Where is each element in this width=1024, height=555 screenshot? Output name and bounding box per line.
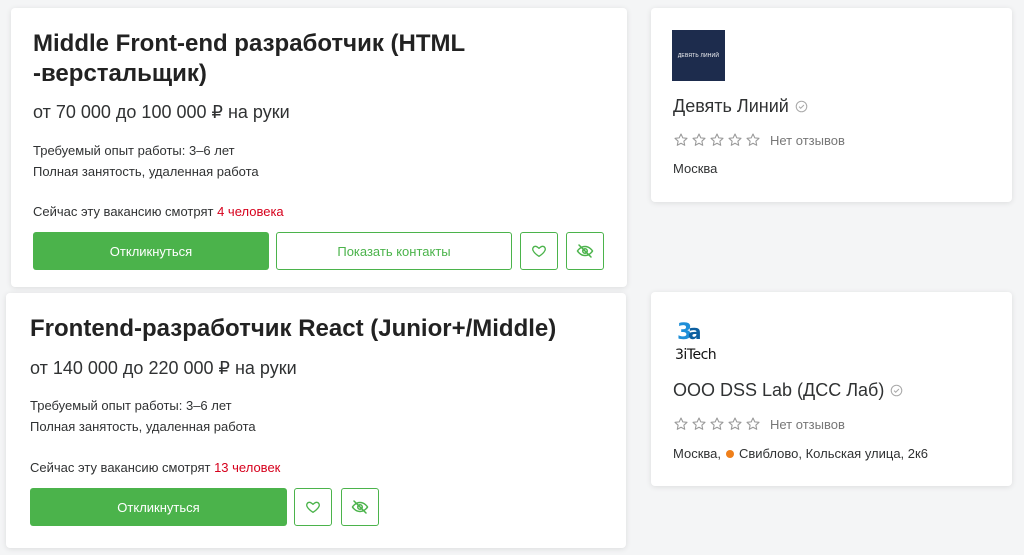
- star-outline-icon: [710, 417, 724, 430]
- vacancy-meta: Требуемый опыт работы: 3–6 лет Полная за…: [30, 395, 256, 437]
- favorite-button[interactable]: [520, 232, 558, 270]
- vacancy-meta: Требуемый опыт работы: 3–6 лет Полная за…: [33, 140, 259, 182]
- employer-name-row: ООО DSS Lab (ДСС Лаб): [673, 380, 903, 401]
- svg-text:a: a: [688, 320, 702, 344]
- location-city: Москва,: [673, 446, 721, 461]
- viewers-count: 4 человека: [217, 204, 284, 219]
- location-address: Свиблово, Кольская улица, 2к6: [739, 446, 928, 461]
- star-outline-icon: [674, 133, 688, 146]
- employer-logo[interactable]: 3 a 3iTech: [673, 317, 733, 367]
- vacancy-card: Frontend-разработчик React (Junior+/Midd…: [6, 293, 626, 548]
- employer-name-row: Девять Линий: [673, 96, 808, 117]
- star-outline-icon: [728, 417, 742, 430]
- reviews-text: Нет отзывов: [770, 416, 845, 432]
- logo-text: 3iTech: [675, 347, 717, 363]
- star-outline-icon: [674, 417, 688, 430]
- employer-name[interactable]: Девять Линий: [673, 96, 789, 117]
- vacancy-salary: от 140 000 до 220 000 ₽ на руки: [30, 358, 297, 378]
- vacancy-employment: Полная занятость, удаленная работа: [33, 164, 259, 179]
- vacancy-title[interactable]: Middle Front-end разработчик (HTML -верс…: [33, 29, 593, 89]
- apply-button[interactable]: Откликнуться: [33, 232, 269, 270]
- favorite-button[interactable]: [294, 488, 332, 526]
- rating-stars: [673, 132, 761, 148]
- viewers-count: 13 человек: [214, 460, 281, 475]
- apply-button[interactable]: Откликнуться: [30, 488, 287, 526]
- reviews-text: Нет отзывов: [770, 132, 845, 148]
- employer-location: Москва, Свиблово, Кольская улица, 2к6: [673, 446, 928, 461]
- hide-vacancy-button[interactable]: [566, 232, 604, 270]
- viewers-prefix: Сейчас эту вакансию смотрят: [30, 460, 215, 475]
- star-outline-icon: [692, 133, 706, 146]
- employer-card: 3 a 3iTech ООО DSS Lab (ДСС Лаб) Нет отз…: [651, 292, 1012, 486]
- eye-off-icon: [576, 244, 594, 258]
- check-circle-icon: [891, 384, 903, 397]
- vacancy-viewers: Сейчас эту вакансию смотрят 4 человека: [33, 204, 284, 219]
- employer-name[interactable]: ООО DSS Lab (ДСС Лаб): [673, 380, 884, 401]
- viewers-prefix: Сейчас эту вакансию смотрят: [33, 204, 218, 219]
- employer-rating: Нет отзывов: [673, 132, 845, 148]
- employer-card: ДЕВЯТЬ ЛИНИЙ Девять Линий Нет отзывов Мо…: [651, 8, 1012, 202]
- eye-off-icon: [351, 500, 369, 514]
- metro-line-icon: [726, 449, 734, 458]
- star-outline-icon: [728, 133, 742, 146]
- heart-icon: [532, 245, 546, 257]
- vacancy-viewers: Сейчас эту вакансию смотрят 13 человек: [30, 460, 280, 475]
- logo-mark-icon: 3 a: [677, 320, 702, 345]
- rating-stars: [673, 416, 761, 432]
- star-outline-icon: [746, 133, 760, 146]
- star-outline-icon: [746, 417, 760, 430]
- employer-logo[interactable]: ДЕВЯТЬ ЛИНИЙ: [672, 30, 725, 81]
- vacancy-title[interactable]: Frontend-разработчик React (Junior+/Midd…: [30, 314, 610, 344]
- show-contacts-button[interactable]: Показать контакты: [276, 232, 512, 270]
- star-outline-icon: [692, 417, 706, 430]
- vacancy-experience: Требуемый опыт работы: 3–6 лет: [30, 398, 232, 413]
- star-outline-icon: [710, 133, 724, 146]
- hide-vacancy-button[interactable]: [341, 488, 379, 526]
- check-circle-icon: [795, 100, 808, 113]
- vacancy-employment: Полная занятость, удаленная работа: [30, 419, 256, 434]
- employer-location: Москва: [673, 161, 718, 176]
- vacancy-experience: Требуемый опыт работы: 3–6 лет: [33, 143, 235, 158]
- employer-rating: Нет отзывов: [673, 416, 845, 432]
- heart-icon: [306, 501, 320, 513]
- vacancy-salary: от 70 000 до 100 000 ₽ на руки: [33, 102, 290, 122]
- vacancy-card: Middle Front-end разработчик (HTML -верс…: [11, 8, 627, 287]
